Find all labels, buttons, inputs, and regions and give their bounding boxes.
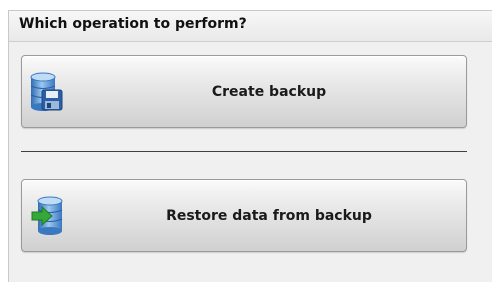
database-save-icon (30, 72, 64, 112)
restore-backup-button[interactable]: Restore data from backup (21, 179, 467, 252)
panel-title: Which operation to perform? (9, 11, 492, 42)
restore-backup-label: Restore data from backup (166, 207, 372, 224)
divider (21, 151, 467, 152)
create-backup-label: Create backup (211, 83, 327, 100)
create-backup-button[interactable]: Create backup (21, 55, 467, 128)
database-restore-icon (30, 196, 64, 236)
